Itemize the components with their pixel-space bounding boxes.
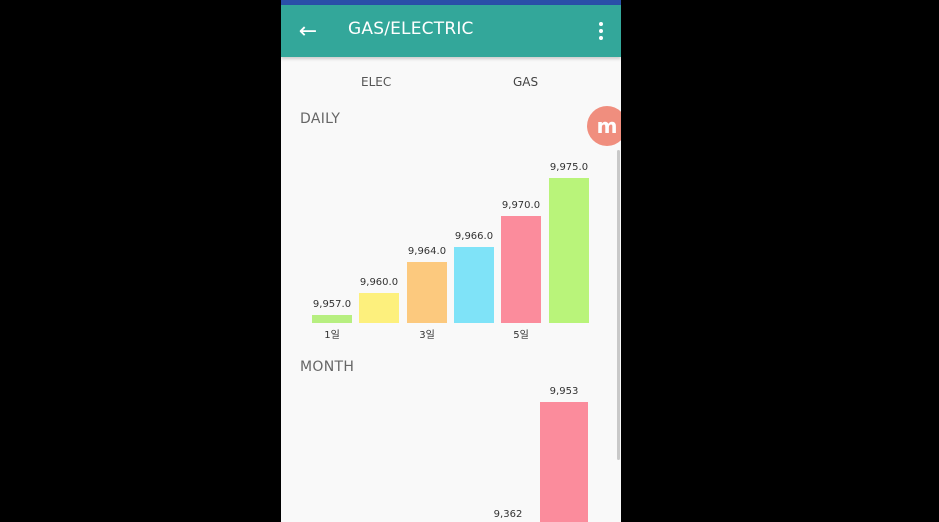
month-chart: 9,362 9,953: [281, 0, 621, 522]
month-value-label: 9,953: [549, 386, 579, 397]
month-value-label: 9,362: [493, 508, 523, 520]
floating-badge[interactable]: m: [587, 106, 621, 146]
scrollbar[interactable]: [617, 150, 620, 460]
month-bar: [540, 402, 588, 522]
phone-screen: ← GAS/ELECTRIC ELEC GAS DAILY 9,957.0 1일 9…: [281, 0, 621, 522]
